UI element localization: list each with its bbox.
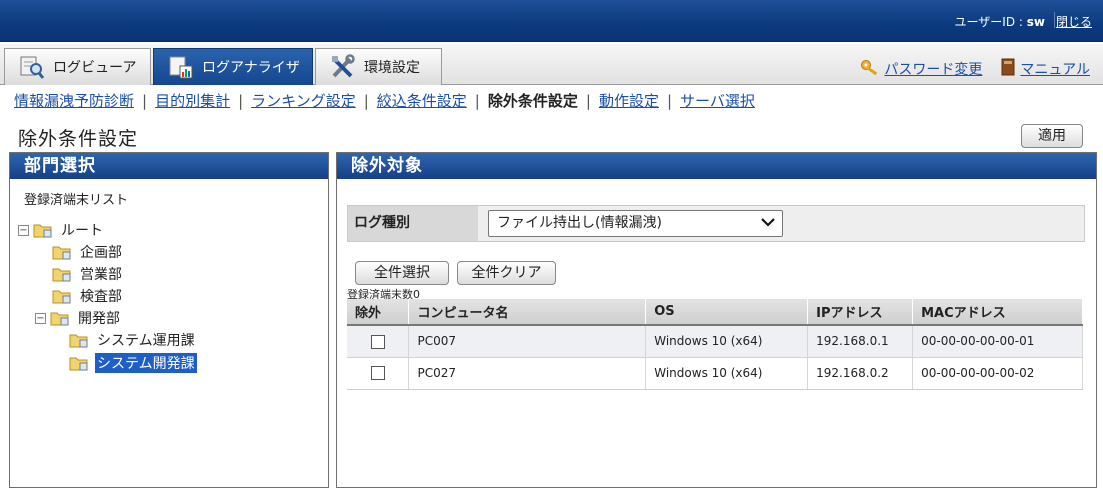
- exclude-checkbox[interactable]: [370, 366, 385, 381]
- exclude-cell: [347, 357, 410, 390]
- folder-icon: [69, 355, 89, 371]
- mac-cell: 00-00-00-00-00-02: [912, 357, 1083, 390]
- subnav-leak-diagnosis[interactable]: 情報漏洩予防診断: [14, 90, 134, 111]
- subnav-exclusion-settings: 除外条件設定: [487, 92, 578, 110]
- tab-log-viewer[interactable]: ログビューア: [4, 48, 151, 85]
- top-bar: ユーザーID : sw 閉じる: [0, 0, 1103, 42]
- tree-node-sales[interactable]: 営業部: [52, 264, 124, 284]
- column-header-ip[interactable]: IPアドレス: [807, 299, 914, 326]
- tree-node-system-operation[interactable]: システム運用課: [69, 330, 197, 350]
- tree-node-label: 開発部: [78, 311, 120, 327]
- log-type-value: ファイル持出し(情報漏洩): [497, 215, 662, 231]
- computer-cell: PC027: [408, 357, 647, 390]
- folder-icon: [52, 266, 72, 282]
- tree-node-label: システム開発課: [95, 353, 197, 373]
- tree-node-system-development[interactable]: システム開発課: [69, 353, 197, 373]
- column-header-mac[interactable]: MACアドレス: [912, 299, 1083, 326]
- tab-log-analyzer[interactable]: ログアナライザ: [153, 48, 313, 85]
- exclusion-panel: 除外対象 ログ種別 ファイル持出し(情報漏洩) 全件選択 全件クリア 登録済端末…: [336, 152, 1097, 488]
- tree-node-label: 検査部: [80, 289, 122, 305]
- terminal-table: 除外 コンピュータ名 OS IPアドレス MACアドレス PC007 Windo…: [347, 299, 1083, 390]
- subnav-server-select[interactable]: サーバ選択: [680, 90, 755, 111]
- key-icon: [860, 58, 880, 80]
- log-type-select[interactable]: ファイル持出し(情報漏洩): [488, 210, 783, 237]
- folder-icon: [69, 332, 89, 348]
- exclude-checkbox[interactable]: [370, 334, 385, 349]
- tab-label: ログビューア: [53, 60, 137, 76]
- password-change-link[interactable]: パスワード変更: [884, 59, 982, 79]
- computer-cell: PC007: [408, 325, 647, 358]
- tree-node-root[interactable]: − ルート: [18, 220, 105, 240]
- column-header-computer[interactable]: コンピュータ名: [408, 299, 647, 326]
- subnav-separator: |: [238, 91, 244, 110]
- os-cell: Windows 10 (x64): [645, 357, 809, 390]
- page-title: 除外条件設定: [18, 128, 139, 150]
- folder-icon: [52, 244, 72, 260]
- table-row[interactable]: PC027 Windows 10 (x64) 192.168.0.2 00-00…: [347, 357, 1083, 390]
- log-type-row: ログ種別 ファイル持出し(情報漏洩): [347, 205, 1085, 242]
- tree-node-planning[interactable]: 企画部: [52, 242, 124, 262]
- book-icon: [1000, 58, 1016, 80]
- subnav-separator: |: [585, 91, 591, 110]
- log-type-label: ログ種別: [348, 206, 478, 241]
- tab-label: 環境設定: [364, 60, 420, 76]
- select-all-button[interactable]: 全件選択: [355, 261, 449, 285]
- clear-all-button[interactable]: 全件クリア: [457, 261, 556, 285]
- main-tabs: ログビューア ログアナライザ 環境設定 パスワード変更 マニュアル: [0, 44, 1103, 85]
- tree-node-development[interactable]: − 開発部: [35, 308, 122, 328]
- department-panel: 部門選択 登録済端末リスト − ルート 企画部 営業部 検査部 − 開発部 シス…: [9, 152, 329, 488]
- ip-cell: 192.168.0.1: [807, 325, 914, 358]
- column-header-exclude[interactable]: 除外: [347, 299, 410, 326]
- tree-node-inspection[interactable]: 検査部: [52, 286, 124, 306]
- panel-title: 除外対象: [337, 153, 1096, 179]
- tree-node-label: システム運用課: [97, 333, 195, 349]
- tree-node-label: ルート: [61, 223, 103, 239]
- table-row[interactable]: PC007 Windows 10 (x64) 192.168.0.1 00-00…: [347, 325, 1083, 358]
- folder-icon: [33, 222, 53, 238]
- mac-cell: 00-00-00-00-00-01: [912, 325, 1083, 358]
- tree-title: 登録済端末リスト: [24, 193, 129, 208]
- tree-node-label: 企画部: [80, 245, 122, 261]
- close-link[interactable]: 閉じる: [1056, 13, 1092, 30]
- sub-nav: 情報漏洩予防診断 | 目的別集計 | ランキング設定 | 絞込条件設定 | 除外…: [14, 90, 755, 111]
- exclude-cell: [347, 325, 410, 358]
- log-analyzer-icon: [168, 54, 194, 80]
- divider: [1054, 12, 1055, 28]
- user-info: ユーザーID : sw: [955, 13, 1045, 30]
- tree-node-label: 営業部: [80, 267, 122, 283]
- subnav-separator: |: [363, 91, 369, 110]
- folder-icon: [52, 288, 72, 304]
- tab-label: ログアナライザ: [202, 60, 300, 76]
- collapse-toggle[interactable]: −: [18, 224, 29, 236]
- os-cell: Windows 10 (x64): [645, 325, 809, 358]
- column-header-os[interactable]: OS: [645, 299, 809, 326]
- tools-icon: [330, 54, 356, 80]
- tab-settings[interactable]: 環境設定: [315, 48, 442, 85]
- subnav-filter-settings[interactable]: 絞込条件設定: [377, 90, 467, 111]
- folder-icon: [50, 310, 70, 326]
- panel-title: 部門選択: [10, 153, 328, 179]
- header-links: パスワード変更 マニュアル: [860, 58, 1090, 80]
- ip-cell: 192.168.0.2: [807, 357, 914, 390]
- subnav-separator: |: [666, 91, 673, 110]
- subnav-purpose-aggregation[interactable]: 目的別集計: [155, 90, 230, 111]
- subnav-operation-settings[interactable]: 動作設定: [599, 90, 659, 111]
- apply-button[interactable]: 適用: [1021, 124, 1083, 148]
- subnav-ranking-settings[interactable]: ランキング設定: [251, 90, 356, 111]
- log-viewer-icon: [19, 54, 45, 80]
- collapse-toggle[interactable]: −: [35, 312, 46, 324]
- subnav-separator: |: [474, 91, 480, 110]
- subnav-separator: |: [142, 91, 148, 110]
- user-label: ユーザーID :: [954, 15, 1027, 29]
- user-id: sw: [1026, 15, 1045, 29]
- manual-link[interactable]: マニュアル: [1020, 59, 1090, 79]
- table-header-row: 除外 コンピュータ名 OS IPアドレス MACアドレス: [347, 299, 1083, 326]
- chevron-down-icon: [760, 214, 776, 230]
